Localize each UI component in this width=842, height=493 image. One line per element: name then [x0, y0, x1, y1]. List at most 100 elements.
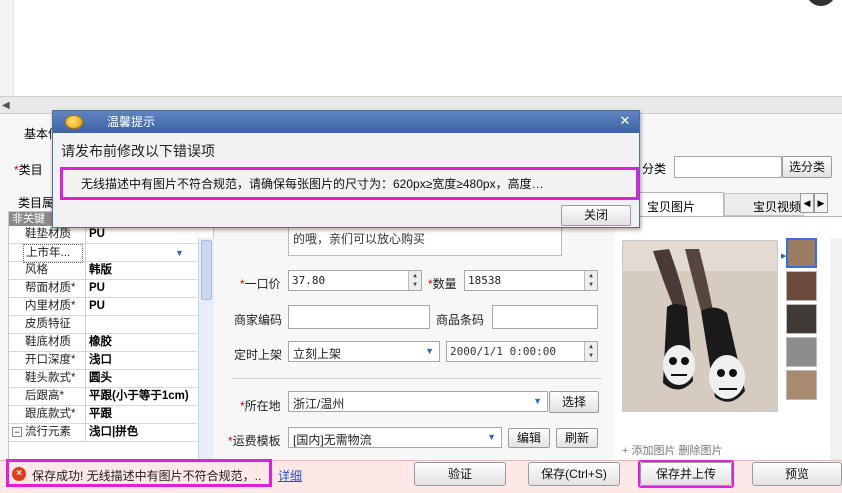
attr-key: 风格	[25, 264, 48, 276]
quantity-input[interactable]: 18538 ▲ ▼	[464, 270, 598, 291]
close-icon[interactable]: ✕	[617, 113, 633, 129]
attr-key: 皮质特征	[25, 318, 71, 330]
description-text[interactable]: 的哦，亲们可以放心购买	[288, 226, 562, 256]
attr-value: PU	[89, 300, 105, 312]
attribute-scrollbar[interactable]	[198, 238, 214, 460]
chevron-down-icon[interactable]: ▼	[425, 346, 434, 356]
table-row[interactable]: 风格 韩版	[9, 262, 197, 280]
chevron-down-icon[interactable]: ▼	[175, 245, 184, 262]
image-actions[interactable]: + 添加图片 删除图片	[622, 442, 723, 458]
thumbnail-3[interactable]	[786, 304, 817, 334]
tab-scroll-arrows: ◀ ▶	[800, 193, 830, 215]
attr-key: 跟底款式*	[25, 408, 76, 420]
app-logo-icon	[65, 115, 83, 129]
attr-key: 内里材质*	[25, 300, 76, 312]
attr-key: 帮面材质*	[25, 282, 76, 294]
attr-value: 浅口|拼色	[89, 426, 139, 438]
table-row[interactable]: 后跟高* 平跟(小于等于1cm)	[9, 388, 197, 406]
price-input[interactable]: 37.80 ▲ ▼	[288, 270, 422, 291]
location-label: *所在地	[240, 399, 281, 413]
quantity-label-text: 数量	[432, 277, 457, 291]
warning-dialog: 温馨提示 ✕ 请发布前修改以下错误项 无线描述中有图片不符合规范，请确保每张图片…	[52, 110, 640, 228]
dialog-title-bar: 温馨提示	[53, 111, 639, 133]
shipping-label: *运费模板	[228, 434, 281, 448]
price-label-text: 一口价	[244, 277, 281, 291]
category-label: *类目	[14, 163, 43, 177]
attr-value: PU	[89, 282, 105, 294]
table-row[interactable]: 皮质特征	[9, 316, 197, 334]
table-row[interactable]: 帮面材质* PU	[9, 280, 197, 298]
save-button[interactable]: 保存(Ctrl+S)	[528, 462, 620, 486]
table-row[interactable]: 跟底款式* 平跟	[9, 406, 197, 424]
price-spinner[interactable]: ▲ ▼	[408, 271, 421, 290]
attr-key: 鞋垫材质	[25, 228, 71, 240]
location-value: 浙江/温州	[293, 397, 345, 411]
shipping-value: [国内]无需物流	[293, 433, 372, 447]
thumbnail-5[interactable]	[786, 370, 817, 400]
class-input[interactable]	[674, 156, 782, 178]
time-spinner[interactable]: ▲ ▼	[584, 342, 597, 361]
price-value: 37.80	[292, 274, 326, 287]
chevron-down-icon[interactable]: ▼	[533, 396, 542, 406]
shipping-select[interactable]: [国内]无需物流 ▼	[288, 427, 502, 448]
dialog-message: 请发布前修改以下错误项	[61, 143, 215, 159]
attr-key: 鞋头款式*	[25, 372, 76, 384]
tab-prev-icon[interactable]: ◀	[800, 193, 814, 213]
attr-key: 后跟高*	[25, 390, 64, 402]
thumbnail-4[interactable]	[786, 337, 817, 367]
quantity-label: *数量	[428, 277, 457, 291]
barcode-label: 商品条码	[436, 313, 485, 327]
main-product-image[interactable]	[622, 240, 778, 412]
location-select-button[interactable]: 选择	[549, 391, 599, 413]
dialog-error-item: 无线描述中有图片不符合规范，请确保每张图片的尺寸为：620px≥宽度≥480px…	[81, 177, 544, 191]
thumbnail-1[interactable]	[786, 238, 817, 268]
merchant-code-input[interactable]	[288, 305, 430, 329]
table-row[interactable]: 开口深度* 浅口	[9, 352, 197, 370]
attr-value: 浅口	[89, 354, 112, 366]
thumbnail-2[interactable]	[786, 271, 817, 301]
divider	[232, 378, 602, 379]
category-label-text: 类目	[18, 163, 43, 177]
table-row[interactable]: − 流行元素 浅口|拼色	[9, 424, 197, 442]
tab-item-video[interactable]: 宝贝视频	[724, 193, 804, 216]
choose-class-button[interactable]: 选分类	[782, 156, 832, 178]
location-select[interactable]: 浙江/温州 ▼	[288, 391, 548, 412]
refresh-template-button[interactable]: 刷新	[556, 428, 598, 448]
merchant-code-label: 商家编码	[234, 313, 283, 327]
verify-button[interactable]: 验证	[414, 462, 506, 486]
quantity-value: 18538	[468, 274, 502, 287]
left-edge-strip	[0, 0, 14, 96]
attr-value: 橡胶	[89, 336, 112, 348]
schedule-select[interactable]: 立刻上架 ▼	[288, 341, 440, 362]
chevron-down-icon[interactable]: ▼	[487, 432, 496, 442]
table-row[interactable]: 上市年... ▼	[9, 244, 197, 263]
scrollbar-thumb[interactable]	[201, 240, 212, 300]
class-label: 分类	[642, 162, 667, 176]
tab-item-images[interactable]: 宝贝图片	[638, 192, 724, 216]
status-highlight-box	[6, 459, 272, 487]
image-scrollbar[interactable]	[830, 238, 842, 460]
attr-key: 上市年...	[23, 244, 83, 263]
table-row[interactable]: 内里材质* PU	[9, 298, 197, 316]
schedule-time-input[interactable]: 2000/1/1 0:00:00 ▲ ▼	[446, 341, 598, 362]
table-row[interactable]: 鞋头款式* 圆头	[9, 370, 197, 388]
attr-value: 韩版	[89, 264, 112, 276]
schedule-time-value: 2000/1/1 0:00:00	[450, 345, 556, 358]
scroll-left-icon[interactable]: ◀	[2, 100, 10, 111]
status-details-link[interactable]: 详细	[278, 467, 302, 484]
upload-highlight-box	[638, 460, 734, 488]
quantity-spinner[interactable]: ▲ ▼	[584, 271, 597, 290]
edit-template-button[interactable]: 编辑	[508, 428, 550, 448]
top-blank-area	[0, 0, 842, 96]
dialog-title: 温馨提示	[107, 115, 156, 129]
dialog-close-button[interactable]: 关闭	[561, 205, 631, 226]
table-row[interactable]: 鞋垫材质 PU	[9, 226, 197, 244]
barcode-input[interactable]	[492, 305, 598, 329]
collapse-icon[interactable]: −	[12, 427, 22, 437]
attr-value: 圆头	[89, 372, 112, 384]
table-row[interactable]: 鞋底材质 橡胶	[9, 334, 197, 352]
tab-next-icon[interactable]: ▶	[814, 193, 828, 213]
shoe-photo	[623, 241, 777, 411]
preview-button[interactable]: 预览	[752, 462, 842, 486]
attr-value: PU	[89, 228, 105, 240]
